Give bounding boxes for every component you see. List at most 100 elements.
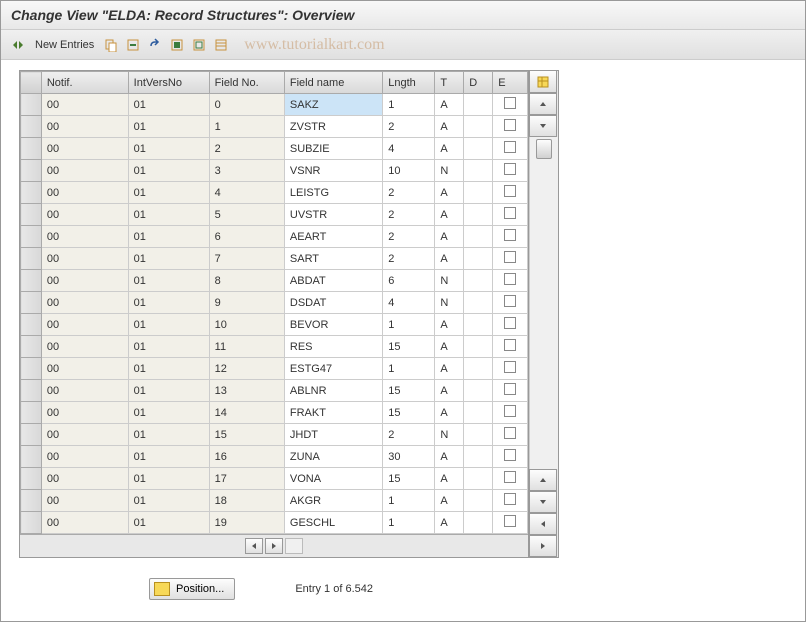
checkbox[interactable] [504, 383, 516, 395]
cell-fieldname[interactable]: ESTG47 [284, 358, 382, 380]
cell-t[interactable]: A [435, 402, 464, 424]
row-selector[interactable] [21, 94, 42, 116]
cell-intvers[interactable]: 01 [128, 270, 209, 292]
new-entries-button[interactable]: New Entries [31, 37, 98, 53]
row-selector[interactable] [21, 204, 42, 226]
cell-fieldno[interactable]: 16 [209, 446, 284, 468]
checkbox[interactable] [504, 163, 516, 175]
checkbox[interactable] [504, 339, 516, 351]
cell-intvers[interactable]: 01 [128, 204, 209, 226]
row-selector[interactable] [21, 468, 42, 490]
scroll-left-side-button[interactable] [529, 513, 557, 535]
checkbox[interactable] [504, 207, 516, 219]
cell-d[interactable] [464, 336, 493, 358]
cell-lngth[interactable]: 15 [383, 402, 435, 424]
scroll-right-button[interactable] [265, 538, 283, 554]
cell-notif[interactable]: 00 [41, 226, 128, 248]
row-selector[interactable] [21, 512, 42, 534]
header-selector[interactable] [21, 72, 42, 94]
header-fieldname[interactable]: Field name [284, 72, 382, 94]
cell-intvers[interactable]: 01 [128, 182, 209, 204]
cell-fieldno[interactable]: 3 [209, 160, 284, 182]
scroll-up-bottom-button[interactable] [529, 469, 557, 491]
cell-fieldno[interactable]: 10 [209, 314, 284, 336]
cell-intvers[interactable]: 01 [128, 336, 209, 358]
cell-t[interactable]: N [435, 424, 464, 446]
cell-d[interactable] [464, 292, 493, 314]
cell-intvers[interactable]: 01 [128, 160, 209, 182]
checkbox[interactable] [504, 471, 516, 483]
checkbox[interactable] [504, 405, 516, 417]
row-selector[interactable] [21, 248, 42, 270]
scroll-up-button[interactable] [529, 93, 557, 115]
copy-icon[interactable] [102, 36, 120, 54]
cell-d[interactable] [464, 160, 493, 182]
cell-d[interactable] [464, 314, 493, 336]
cell-t[interactable]: A [435, 248, 464, 270]
cell-d[interactable] [464, 116, 493, 138]
position-button[interactable]: Position... [149, 578, 235, 600]
cell-fieldname[interactable]: SUBZIE [284, 138, 382, 160]
cell-intvers[interactable]: 01 [128, 248, 209, 270]
checkbox[interactable] [504, 273, 516, 285]
cell-fieldno[interactable]: 14 [209, 402, 284, 424]
cell-lngth[interactable]: 10 [383, 160, 435, 182]
cell-fieldname[interactable]: BEVOR [284, 314, 382, 336]
row-selector[interactable] [21, 424, 42, 446]
checkbox[interactable] [504, 515, 516, 527]
cell-fieldname[interactable]: LEISTG [284, 182, 382, 204]
cell-notif[interactable]: 00 [41, 490, 128, 512]
cell-d[interactable] [464, 512, 493, 534]
cell-notif[interactable]: 00 [41, 204, 128, 226]
cell-intvers[interactable]: 01 [128, 424, 209, 446]
cell-t[interactable]: A [435, 182, 464, 204]
cell-fieldno[interactable]: 2 [209, 138, 284, 160]
cell-d[interactable] [464, 468, 493, 490]
cell-fieldname[interactable]: RES [284, 336, 382, 358]
cell-intvers[interactable]: 01 [128, 314, 209, 336]
cell-fieldno[interactable]: 4 [209, 182, 284, 204]
cell-fieldname[interactable]: DSDAT [284, 292, 382, 314]
checkbox[interactable] [504, 361, 516, 373]
cell-t[interactable]: A [435, 468, 464, 490]
cell-d[interactable] [464, 248, 493, 270]
cell-notif[interactable]: 00 [41, 160, 128, 182]
cell-fieldname[interactable]: ABDAT [284, 270, 382, 292]
scroll-left-button[interactable] [245, 538, 263, 554]
cell-lngth[interactable]: 1 [383, 94, 435, 116]
cell-lngth[interactable]: 2 [383, 182, 435, 204]
cell-lngth[interactable]: 1 [383, 358, 435, 380]
header-notif[interactable]: Notif. [41, 72, 128, 94]
checkbox[interactable] [504, 185, 516, 197]
cell-fieldname[interactable]: UVSTR [284, 204, 382, 226]
cell-intvers[interactable]: 01 [128, 94, 209, 116]
cell-t[interactable]: A [435, 204, 464, 226]
cell-t[interactable]: A [435, 336, 464, 358]
cell-t[interactable]: A [435, 380, 464, 402]
cell-d[interactable] [464, 380, 493, 402]
cell-fieldno[interactable]: 7 [209, 248, 284, 270]
cell-notif[interactable]: 00 [41, 248, 128, 270]
cell-intvers[interactable]: 01 [128, 512, 209, 534]
cell-lngth[interactable]: 15 [383, 380, 435, 402]
cell-fieldno[interactable]: 5 [209, 204, 284, 226]
delete-row-icon[interactable] [124, 36, 142, 54]
cell-fieldno[interactable]: 11 [209, 336, 284, 358]
header-lngth[interactable]: Lngth [383, 72, 435, 94]
cell-notif[interactable]: 00 [41, 270, 128, 292]
cell-notif[interactable]: 00 [41, 292, 128, 314]
cell-lngth[interactable]: 2 [383, 424, 435, 446]
cell-fieldno[interactable]: 0 [209, 94, 284, 116]
cell-t[interactable]: A [435, 446, 464, 468]
cell-d[interactable] [464, 94, 493, 116]
cell-d[interactable] [464, 490, 493, 512]
cell-fieldno[interactable]: 8 [209, 270, 284, 292]
cell-fieldno[interactable]: 1 [209, 116, 284, 138]
cell-t[interactable]: A [435, 226, 464, 248]
cell-intvers[interactable]: 01 [128, 138, 209, 160]
cell-intvers[interactable]: 01 [128, 292, 209, 314]
cell-notif[interactable]: 00 [41, 138, 128, 160]
cell-fieldname[interactable]: VSNR [284, 160, 382, 182]
cell-fieldno[interactable]: 13 [209, 380, 284, 402]
cell-fieldname[interactable]: AKGR [284, 490, 382, 512]
